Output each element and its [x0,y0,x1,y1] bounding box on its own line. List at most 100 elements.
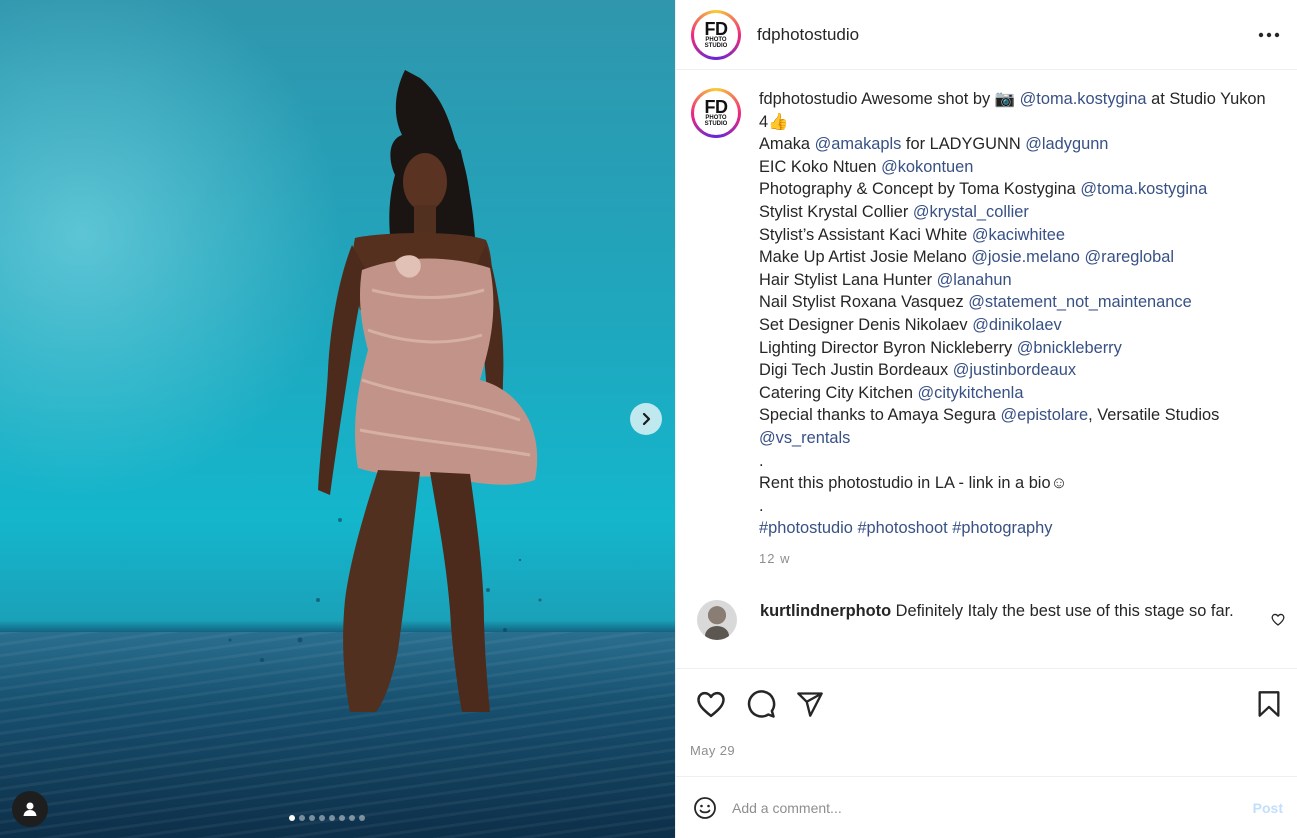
carousel-dot [309,815,315,821]
caption-line: #photostudio #photoshoot #photography [759,517,1279,540]
caption-line: Set Designer Denis Nikolaev @dinikolaev [759,314,1279,337]
mention-link[interactable]: @dinikolaev [972,316,1062,334]
caption-text-run: Set Designer Denis Nikolaev [759,315,973,334]
caption-text-run: Catering City Kitchen [759,383,918,402]
carousel-dot [349,815,355,821]
mention-link[interactable]: @epistolare [1000,406,1088,424]
caption-line: Stylist’s Assistant Kaci White @kaciwhit… [759,224,1279,247]
mention-link[interactable]: @citykitchenla [918,384,1024,402]
carousel-dot [299,815,305,821]
mention-link[interactable]: @kokontuen [881,158,973,176]
caption-text-run: Stylist Krystal Collier [759,202,913,221]
hashtag-link[interactable]: #photoshoot [857,519,947,537]
post-media[interactable] [0,0,675,838]
carousel-dot [329,815,335,821]
commenter-avatar[interactable] [697,600,737,640]
caption-text-run: . [759,451,764,470]
caption-credits: Amaka @amakapls for LADYGUNN @ladygunn EI… [759,133,1279,540]
mention-link[interactable]: @toma.kostygina [1080,180,1207,198]
caption-line: . [759,495,1279,518]
caption-line: Nail Stylist Roxana Vasquez @statement_n… [759,291,1279,314]
caption-text-run: . [759,496,764,515]
carousel-dot [339,815,345,821]
caption-text-run: Photography & Concept by Toma Kostygina [759,180,1081,199]
mention-link[interactable]: @toma.kostygina [1020,90,1147,108]
tagged-users-button[interactable] [12,791,48,827]
avatar-logo-subtext: PHOTO STUDIO [704,36,728,49]
caption-author-avatar[interactable]: FD PHOTO STUDIO [691,88,741,138]
caption-line: . [759,450,1279,473]
avatar-logo-text: FD [704,18,729,39]
post-date[interactable]: May 29 [690,743,735,758]
post-age[interactable]: 12 w [759,548,1279,571]
comment-like-button[interactable] [1269,610,1287,628]
share-button[interactable] [793,687,827,721]
caption-line: EIC Koko Ntuen @kokontuen [759,156,1279,179]
caption-text-run: Rent this photostudio in LA - link in a … [759,474,1068,493]
mention-link[interactable]: @rareglobal [1085,248,1175,266]
avatar-logo-subtext: PHOTO STUDIO [704,115,728,127]
emoji-button[interactable] [692,795,718,821]
mention-link[interactable]: @lanahun [937,271,1012,289]
comments-list[interactable]: FD PHOTO STUDIO fdphotostudio Awesome sh… [676,71,1297,668]
caption-line: Catering City Kitchen @citykitchenla [759,382,1279,405]
comment-button[interactable] [744,687,778,721]
mention-link[interactable]: @kaciwhitee [972,226,1065,244]
caption-first-line: fdphotostudio Awesome shot by 📷 @toma.ko… [759,88,1279,133]
caption-line: Digi Tech Justin Bordeaux @justinbordeau… [759,359,1279,382]
caption-line: Hair Stylist Lana Hunter @lanahun [759,269,1279,292]
post-dialog: FD PHOTO STUDIO fdphotostudio FD PHOTO S… [0,0,1297,838]
post-actions: May 29 [676,668,1297,776]
caption-line: Photography & Concept by Toma Kostygina … [759,178,1279,201]
mention-link[interactable]: @statement_not_maintenance [968,293,1191,311]
mention-link[interactable]: @justinbordeaux [953,361,1076,379]
save-button[interactable] [1252,687,1286,721]
commenter-username[interactable]: kurtlindnerphoto [760,602,891,620]
caption-line: Lighting Director Byron Nickleberry @bni… [759,337,1279,360]
carousel-dot [319,815,325,821]
person-icon [23,802,37,816]
add-comment-input[interactable] [732,799,1253,816]
carousel-indicator [289,815,365,821]
carousel-dot [289,815,295,821]
author-username[interactable]: fdphotostudio [757,25,859,45]
post-comment-button[interactable]: Post [1253,800,1283,816]
chevron-right-icon [642,412,651,426]
carousel-dot [359,815,365,821]
caption-text-run: Hair Stylist Lana Hunter [759,270,937,289]
avatar-logo-text: FD [704,97,729,117]
bookmark-icon [1258,691,1280,717]
caption-username[interactable]: fdphotostudio [759,90,857,108]
mention-link[interactable]: @krystal_collier [913,203,1029,221]
comment-item: kurtlindnerphoto Definitely Italy the be… [697,600,1287,640]
caption-text-run: Digi Tech Justin Bordeaux [759,361,953,380]
more-options-icon [1258,32,1280,37]
mention-link[interactable]: @amakapls [815,135,902,153]
caption-text-run: Nail Stylist Roxana Vasquez [759,293,969,312]
speech-bubble-icon [747,690,776,718]
caption-line: Make Up Artist Josie Melano @josie.melan… [759,246,1279,269]
mention-link[interactable]: @bnickleberry [1017,339,1122,357]
caption-text-run: Amaka [759,135,815,154]
next-slide-button[interactable] [630,403,662,435]
more-options-button[interactable] [1255,21,1283,49]
author-avatar[interactable]: FD PHOTO STUDIO [691,9,741,60]
caption-text-run: for LADYGUNN [901,135,1026,154]
caption-line: Stylist Krystal Collier @krystal_collier [759,201,1279,224]
hashtag-link[interactable]: #photostudio [759,519,853,537]
paper-plane-icon [797,692,823,717]
mention-link[interactable]: @josie.melano [971,248,1080,266]
heart-icon [697,691,725,718]
comment-body: Definitely Italy the best use of this st… [891,602,1234,620]
mention-link[interactable]: @ladygunn [1025,135,1108,153]
caption-text-run: Special thanks to Amaya Segura [759,406,1001,425]
like-button[interactable] [694,687,728,721]
hashtag-link[interactable]: #photography [952,519,1052,537]
smiley-icon [694,796,716,819]
caption-line: Rent this photostudio in LA - link in a … [759,472,1279,495]
mention-link[interactable]: @vs_rentals [759,429,850,447]
caption-text-run: , Versatile Studios [1088,406,1220,425]
post-header: FD PHOTO STUDIO fdphotostudio [676,0,1297,70]
caption-text-run: Lighting Director Byron Nickleberry [759,338,1017,357]
caption-text-run: Stylist’s Assistant Kaci White [759,225,972,244]
